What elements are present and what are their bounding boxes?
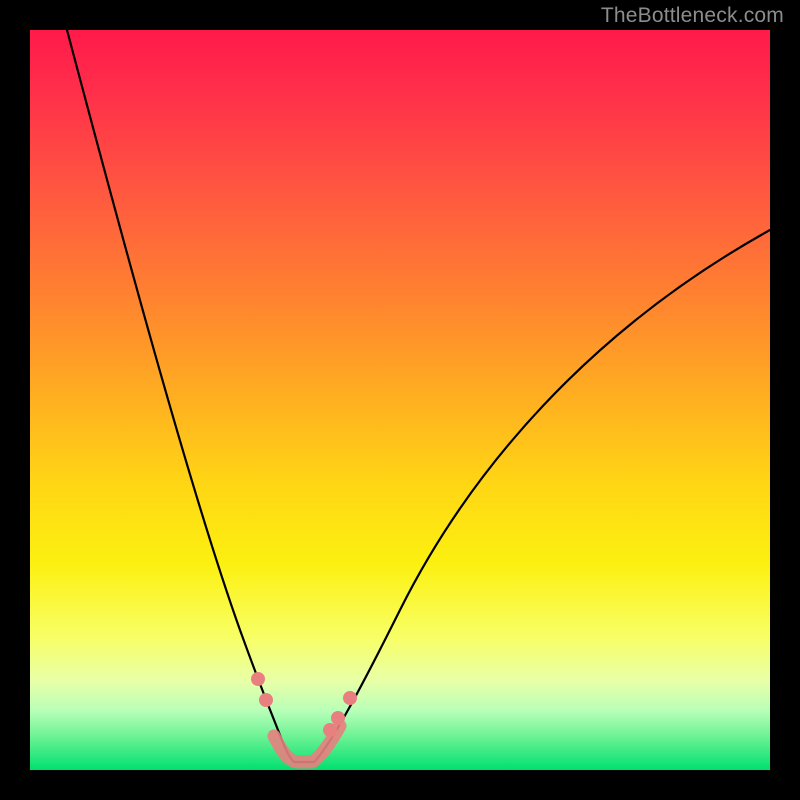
bottleneck-curve-svg: [30, 30, 770, 770]
watermark-text: TheBottleneck.com: [601, 4, 784, 28]
chart-frame: TheBottleneck.com: [0, 0, 800, 800]
marker-dot: [323, 723, 337, 737]
marker-dot: [331, 711, 345, 725]
marker-dot: [343, 691, 357, 705]
bottleneck-curve: [67, 30, 770, 762]
marker-dot: [259, 693, 273, 707]
marker-dot: [251, 672, 265, 686]
plot-area: [30, 30, 770, 770]
